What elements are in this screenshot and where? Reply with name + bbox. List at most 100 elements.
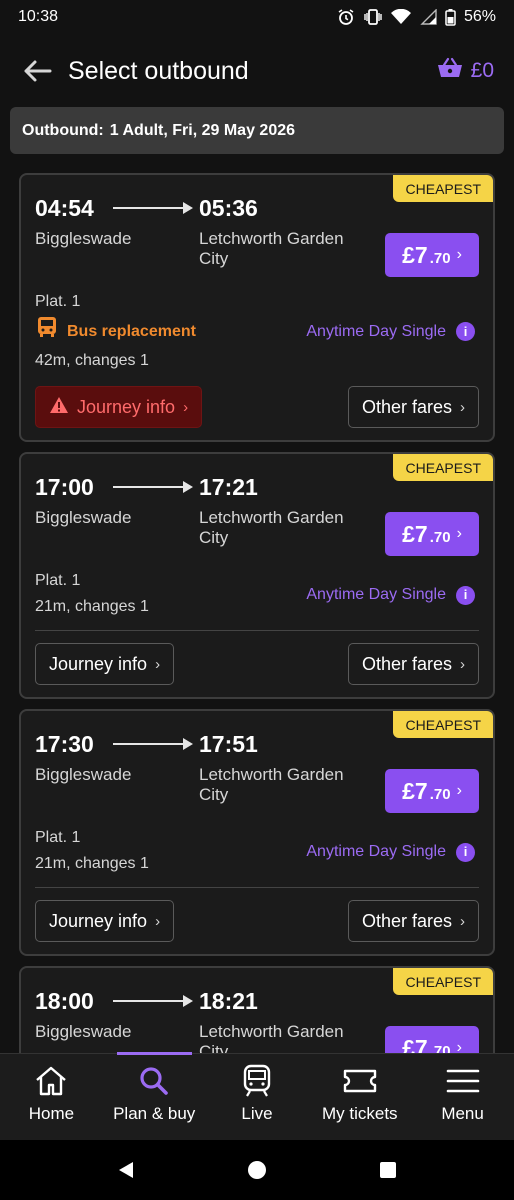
arrow-right-icon <box>113 994 193 1008</box>
nav-label: Live <box>241 1104 273 1123</box>
price-button[interactable]: £7 .70 › <box>385 512 479 556</box>
journey-info-label: Journey info <box>77 396 176 417</box>
chevron-right-icon: › <box>456 525 462 542</box>
nav-home[interactable]: Home <box>0 1054 103 1140</box>
back-arrow-icon[interactable] <box>20 54 54 88</box>
fare-type: Anytime Day Single <box>306 322 446 340</box>
fare-type-link[interactable]: Anytime Day Single i <box>306 839 475 865</box>
nav-plan-buy[interactable]: Plan & buy <box>103 1052 206 1140</box>
status-icons: 56% <box>337 8 496 26</box>
origin-station: Biggleswade <box>35 1022 132 1041</box>
system-recents-icon[interactable] <box>368 1150 408 1190</box>
platform: Plat. 1 <box>35 293 81 310</box>
arrive-time: 17:51 <box>199 730 258 757</box>
system-home-icon[interactable] <box>237 1150 277 1190</box>
destination-station: Letchworth Garden City <box>199 229 344 268</box>
nav-label: Menu <box>441 1104 484 1123</box>
price-pence: .70 <box>429 528 451 546</box>
destination-station: Letchworth Garden City <box>199 765 344 804</box>
nav-label: Home <box>28 1104 75 1123</box>
status-bar: 10:38 56% <box>0 0 514 34</box>
origin-station: Biggleswade <box>35 765 132 784</box>
cheapest-badge: CHEAPEST <box>392 968 493 995</box>
price-button[interactable]: £7 .70 › <box>385 233 479 277</box>
battery-percent: 56% <box>463 8 496 25</box>
outbound-details: 1 Adult, Fri, 29 May 2026 <box>109 121 296 139</box>
arrive-time: 18:21 <box>199 987 258 1014</box>
outbound-label: Outbound: <box>22 121 104 139</box>
search-icon <box>134 1064 174 1098</box>
chevron-right-icon: › <box>155 912 161 930</box>
origin-station: Biggleswade <box>35 508 132 527</box>
fare-type-link[interactable]: Anytime Day Single i <box>306 319 475 345</box>
origin-station: Biggleswade <box>35 229 132 248</box>
other-fares-label: Other fares <box>361 653 452 674</box>
system-navigation <box>0 1140 514 1200</box>
info-icon: i <box>456 322 475 341</box>
train-icon <box>237 1064 277 1098</box>
other-fares-button[interactable]: Other fares › <box>347 900 479 942</box>
info-icon: i <box>456 585 475 605</box>
journey-info-label: Journey info <box>49 910 148 931</box>
outbound-summary: Outbound: 1 Adult, Fri, 29 May 2026 <box>10 107 504 154</box>
journey-card[interactable]: CHEAPEST 04:54 05:36 Biggleswade Letchwo… <box>19 173 495 442</box>
journey-duration: 21m, changes 1 <box>35 598 149 615</box>
other-fares-button[interactable]: Other fares › <box>347 386 479 428</box>
other-fares-button[interactable]: Other fares › <box>347 643 479 685</box>
cheapest-badge: CHEAPEST <box>392 454 493 481</box>
price-button[interactable]: £7 .70 › <box>385 1026 479 1053</box>
fare-type: Anytime Day Single <box>306 843 446 860</box>
other-fares-label: Other fares <box>361 910 452 931</box>
price-pounds: £7 <box>402 520 428 547</box>
alarm-icon <box>337 8 355 26</box>
basket-button[interactable]: £0 <box>437 57 494 85</box>
arrow-right-icon <box>113 480 193 494</box>
signal-icon <box>419 9 437 25</box>
app-bar: Select outbound £0 <box>0 34 514 108</box>
journey-info-label: Journey info <box>49 653 148 674</box>
battery-icon <box>445 8 456 26</box>
journey-card[interactable]: CHEAPEST 18:00 18:21 Biggleswade Letchwo… <box>19 966 495 1053</box>
journey-card[interactable]: CHEAPEST 17:00 17:21 Biggleswade Letchwo… <box>19 452 495 699</box>
nav-my-tickets[interactable]: My tickets <box>308 1054 411 1140</box>
fare-type-link[interactable]: Anytime Day Single i <box>306 582 475 608</box>
cheapest-badge: CHEAPEST <box>392 711 493 738</box>
journey-info-button[interactable]: Journey info › <box>35 900 175 942</box>
price-pence: .70 <box>429 785 451 803</box>
price-pounds: £7 <box>402 241 428 268</box>
chevron-right-icon: › <box>456 1039 462 1053</box>
info-icon: i <box>456 842 475 862</box>
wifi-icon <box>390 9 411 25</box>
alert-text: Bus replacement <box>67 322 196 340</box>
nav-live[interactable]: Live <box>206 1054 309 1140</box>
system-back-icon[interactable] <box>106 1150 146 1190</box>
journey-info-button[interactable]: Journey info › <box>35 386 203 428</box>
chevron-right-icon: › <box>460 655 465 673</box>
depart-time: 17:00 <box>35 473 94 500</box>
journey-duration: 21m, changes 1 <box>35 855 149 872</box>
arrive-time: 05:36 <box>199 194 258 221</box>
home-icon <box>31 1064 71 1098</box>
depart-time: 18:00 <box>35 987 94 1014</box>
journey-info-button[interactable]: Journey info › <box>35 643 175 685</box>
warning-icon <box>49 396 69 419</box>
journey-list[interactable]: CHEAPEST 04:54 05:36 Biggleswade Letchwo… <box>0 163 514 1053</box>
menu-icon <box>443 1064 483 1098</box>
basket-total: £0 <box>470 59 494 82</box>
depart-time: 17:30 <box>35 730 94 757</box>
price-button[interactable]: £7 .70 › <box>385 769 479 813</box>
status-time: 10:38 <box>18 8 59 25</box>
chevron-right-icon: › <box>456 246 462 263</box>
arrow-right-icon <box>113 737 193 751</box>
nav-label: Plan & buy <box>113 1104 196 1123</box>
nav-menu[interactable]: Menu <box>411 1054 514 1140</box>
chevron-right-icon: › <box>460 398 465 416</box>
chevron-right-icon: › <box>456 782 462 799</box>
journey-card[interactable]: CHEAPEST 17:30 17:51 Biggleswade Letchwo… <box>19 709 495 956</box>
bus-icon <box>35 315 59 348</box>
price-pence: .70 <box>429 249 451 267</box>
bottom-navigation: Home Plan & buy Live My tickets Menu <box>0 1052 514 1140</box>
price-pence: .70 <box>429 1042 451 1054</box>
nav-label: My tickets <box>322 1104 398 1123</box>
journey-duration: 42m, changes 1 <box>35 352 149 369</box>
